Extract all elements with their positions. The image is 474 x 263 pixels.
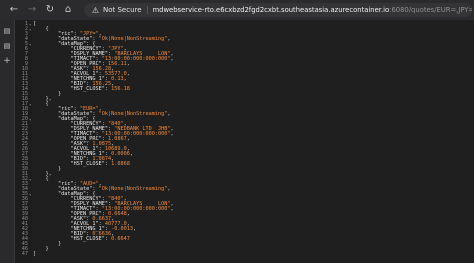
json-code: ] — [33, 251, 37, 257]
not-secure-label[interactable]: Not Secure — [103, 6, 148, 14]
address-bar[interactable]: ⚠ Not Secure mdwebservice-rto.e6cxbzd2fg… — [84, 3, 472, 17]
side-panel: ▤ ▤ + — [0, 20, 15, 263]
browser-window: ← → ↻ ⌂ ⚠ Not Secure mdwebservice-rto.e6… — [0, 0, 474, 263]
json-punctuation: ] — [33, 251, 37, 257]
browser-toolbar: ← → ↻ ⌂ ⚠ Not Secure mdwebservice-rto.e6… — [0, 0, 474, 21]
json-line: 47] — [15, 251, 445, 257]
url-host[interactable]: mdwebservice-rto.e6cxbzd2fgd2cxbt.southe… — [153, 6, 390, 14]
back-icon[interactable]: ← — [8, 4, 20, 16]
warning-icon: ⚠ — [91, 5, 100, 15]
url-path[interactable]: :6080/quotes/EUR=,JPY=,AUD= — [389, 6, 472, 14]
json-viewer: 1 ▾[2 ▾ {3 "ric": "JPY=", 4 "dataState": "O… — [15, 20, 474, 263]
reload-icon[interactable]: ↻ — [44, 4, 56, 16]
document-icon[interactable]: ▤ — [3, 27, 11, 35]
line-number: 47 — [21, 251, 28, 257]
home-icon[interactable]: ⌂ — [62, 4, 74, 16]
add-icon[interactable]: + — [3, 57, 11, 66]
forward-icon[interactable]: → — [26, 4, 38, 16]
document-icon[interactable]: ▤ — [3, 42, 11, 50]
